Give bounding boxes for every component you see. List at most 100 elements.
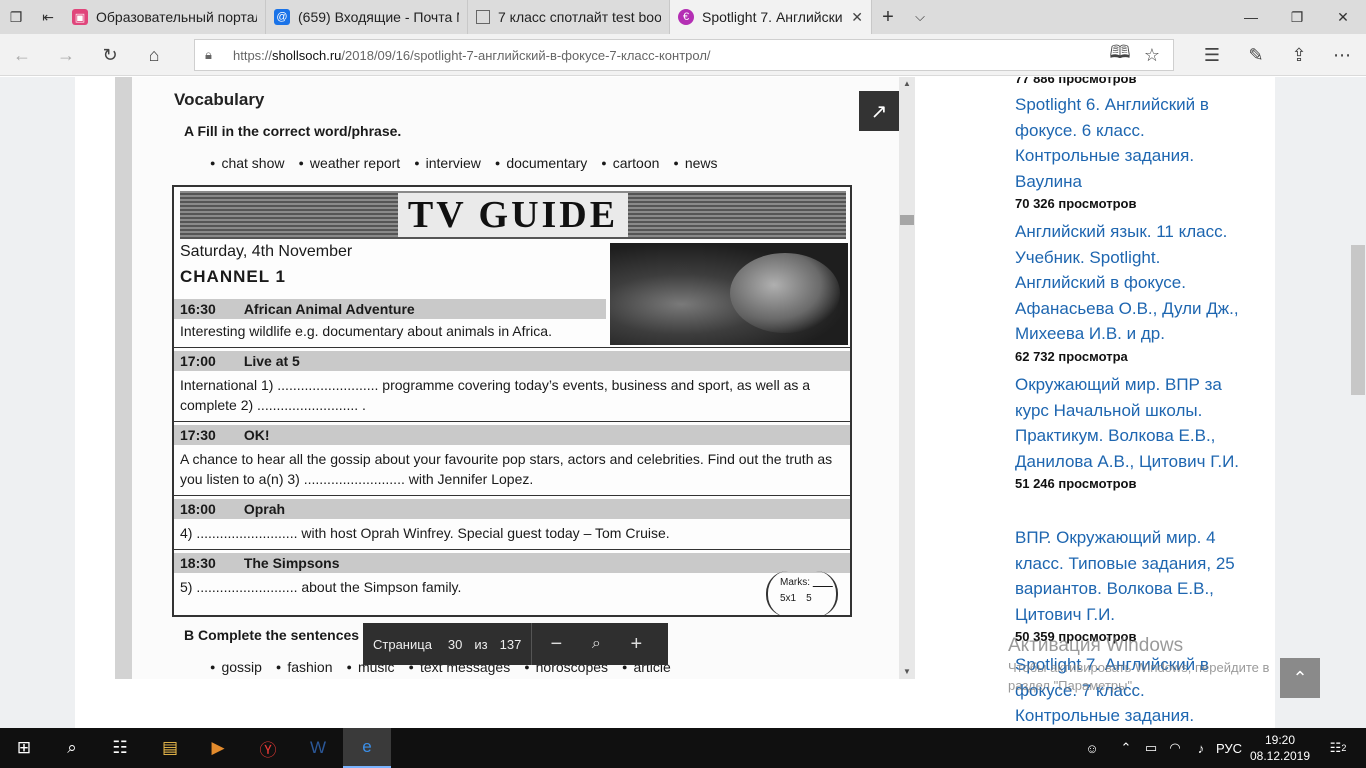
forward-arrow-icon[interactable]: → (53, 42, 79, 68)
taskbar: ⊞ ⌕ ☷ ▤ ▶ Ⓨ W e ☺ ⌃ ▭ ◠ ♪ РУС 19:20 08.1… (0, 728, 1366, 768)
favorites-list-icon[interactable]: ☰ (1199, 42, 1225, 68)
tab-testbook[interactable]: 7 класс спотлайт test book (468, 0, 670, 34)
tab-list-chevron-icon[interactable]: ⌵ (904, 0, 936, 34)
edge-icon[interactable]: e (343, 728, 391, 768)
document-page: Vocabulary A Fill in the correct word/ph… (132, 77, 900, 679)
minimize-button[interactable]: — (1228, 0, 1274, 34)
viewer-scrollbar[interactable]: ▲ ▼ (899, 77, 915, 679)
battery-icon[interactable]: ▭ (1140, 728, 1162, 768)
slot-header: 16:30 African Animal Adventure (174, 299, 606, 319)
lion-photo (610, 243, 848, 345)
close-tab-icon[interactable]: ✕ (851, 9, 863, 26)
page-label: Страница (373, 636, 432, 652)
set-aside-tabs-icon[interactable]: ⇤ (32, 0, 64, 34)
tray-chevron-icon[interactable]: ⌃ (1116, 728, 1136, 768)
article-link[interactable]: Окружающий мир. ВПР за курс Начальной шк… (1015, 372, 1245, 474)
page-scrollbar[interactable] (1350, 77, 1366, 728)
scroll-to-top-button[interactable]: ⌃ (1280, 658, 1320, 698)
tab-spotlight[interactable]: € Spotlight 7. Английский ✕ (670, 0, 872, 34)
url-scheme: https:// (233, 47, 273, 63)
scroll-up-arrow-icon[interactable]: ▲ (899, 77, 915, 91)
tab-actions-icon[interactable]: ❐ (0, 0, 32, 34)
close-window-button[interactable]: ✕ (1320, 0, 1366, 34)
viewer-scroll-thumb[interactable] (900, 215, 914, 225)
address-bar[interactable]: 🔒︎ https:// shollsoch.ru /2018/09/16/spo… (194, 39, 1174, 71)
home-icon[interactable]: ⌂ (141, 42, 167, 68)
spotlight-icon: € (678, 9, 694, 25)
yandex-browser-icon[interactable]: Ⓨ (244, 728, 292, 768)
page-toolbar: Страница 30 из 137 − ⌕ + (363, 623, 668, 665)
divider (174, 549, 850, 550)
page-content: Vocabulary A Fill in the correct word/ph… (0, 77, 1366, 728)
open-external-icon[interactable]: ↗ (859, 91, 899, 131)
notes-pen-icon[interactable]: ✎ (1243, 42, 1269, 68)
tab-portal[interactable]: ▣ Образовательный портал (64, 0, 266, 34)
article-link[interactable]: Spotlight 6. Английский в фокусе. 6 клас… (1015, 92, 1245, 194)
word-item: documentary (495, 155, 587, 171)
new-tab-button[interactable]: + (872, 0, 904, 34)
volume-icon[interactable]: ♪ (1190, 728, 1212, 768)
address-toolbar: ← → ↻ ⌂ 🔒︎ https:// shollsoch.ru /2018/0… (0, 34, 1366, 76)
guide-channel: CHANNEL 1 (180, 267, 286, 286)
wifi-icon[interactable]: ◠ (1164, 728, 1186, 768)
share-icon[interactable]: ⇪ (1286, 42, 1312, 68)
vocabulary-heading: Vocabulary (174, 90, 265, 109)
file-explorer-icon[interactable]: ▤ (146, 728, 194, 768)
word-item: interview (414, 155, 481, 171)
media-player-icon[interactable]: ▶ (194, 728, 242, 768)
scroll-down-arrow-icon[interactable]: ▼ (899, 665, 915, 679)
back-arrow-icon[interactable]: ← (9, 42, 35, 68)
article-link[interactable]: Английский язык. 11 класс. Учебник. Spot… (1015, 219, 1245, 347)
slot-text: Interesting wildlife e.g. documentary ab… (180, 323, 552, 339)
search-icon[interactable]: ⌕ (48, 728, 96, 768)
slot-header: 18:30 The Simpsons (174, 553, 850, 573)
windows-start-icon[interactable]: ⊞ (0, 728, 48, 768)
action-center-icon[interactable]: ☷ 2 (1322, 728, 1354, 768)
zoom-out-icon[interactable]: − (536, 623, 576, 665)
people-icon[interactable]: ☺ (1080, 728, 1104, 768)
zoom-magnifier-icon[interactable]: ⌕ (576, 623, 616, 665)
restore-button[interactable]: ❐ (1274, 0, 1320, 34)
favorite-star-icon[interactable]: ☆ (1139, 42, 1165, 68)
tab-title: Spotlight 7. Английский (702, 9, 844, 25)
article-link[interactable]: ВПР. Окружающий мир. 4 класс. Типовые за… (1015, 525, 1245, 627)
slot-title: Oprah (243, 501, 286, 517)
word-item: chat show (210, 155, 284, 171)
more-menu-icon[interactable]: ⋯ (1329, 42, 1355, 68)
view-count: 51 246 просмотров (1015, 476, 1137, 491)
sidebar-popular: 77 886 просмотров Spotlight 6. Английски… (976, 77, 1274, 728)
tab-mail[interactable]: @ (659) Входящие - Почта М (266, 0, 468, 34)
page-icon (476, 10, 490, 24)
tab-title: 7 класс спотлайт test book (498, 9, 661, 25)
divider (174, 347, 850, 348)
marks-box: Marks: 5x1 5 (766, 571, 838, 617)
word-item: gossip (210, 659, 261, 675)
instruction-a: A Fill in the correct word/phrase. (184, 123, 402, 139)
slot-header: 18:00 Oprah (174, 499, 850, 519)
language-indicator[interactable]: РУС (1214, 728, 1244, 768)
slot-time: 17:00 (180, 353, 216, 369)
task-view-icon[interactable]: ☷ (96, 728, 144, 768)
slot-time: 16:30 (180, 301, 216, 317)
refresh-icon[interactable]: ↻ (97, 42, 123, 68)
taskbar-clock[interactable]: 19:20 08.12.2019 (1248, 732, 1312, 764)
lock-icon: 🔒︎ (205, 47, 212, 62)
page-scroll-thumb[interactable] (1351, 245, 1365, 395)
slot-header: 17:00 Live at 5 (174, 351, 850, 371)
zoom-in-icon[interactable]: + (616, 623, 656, 665)
tab-bar: ❐ ⇤ ▣ Образовательный портал @ (659) Вхо… (0, 0, 1366, 34)
page-number[interactable]: 30 (442, 637, 468, 652)
word-item: fashion (276, 659, 332, 675)
divider (174, 421, 850, 422)
word-list-a: chat show weather report interview docum… (210, 155, 717, 171)
guide-date: Saturday, 4th November (180, 243, 353, 260)
slot-text: 4) .......................... with host … (180, 525, 670, 541)
reading-view-icon[interactable]: 🕮︎ (1107, 42, 1133, 68)
word-icon[interactable]: W (294, 728, 342, 768)
slot-time: 17:30 (180, 427, 216, 443)
view-count: 70 326 просмотров (1015, 196, 1137, 211)
activation-title: Активация Windows (1008, 635, 1184, 656)
tv-guide-header: TV GUIDE (180, 191, 846, 239)
tv-guide: TV GUIDE Saturday, 4th November CHANNEL … (172, 185, 852, 617)
marks-score: 5x1 5 (780, 593, 812, 604)
